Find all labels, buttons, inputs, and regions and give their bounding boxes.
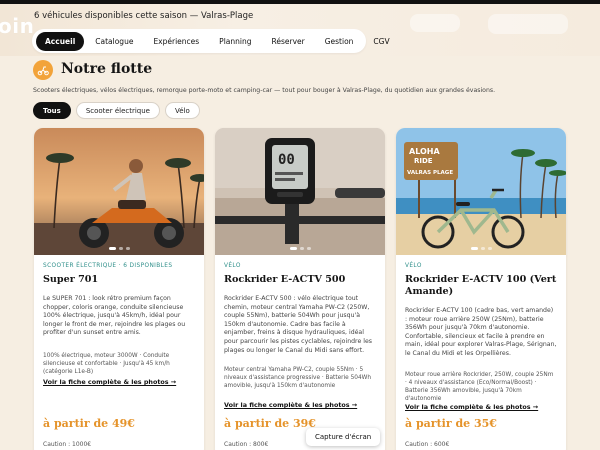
vehicle-photo[interactable]: 00 xyxy=(215,128,385,255)
top-edge xyxy=(0,0,600,4)
vehicle-price: à partir de 39€ xyxy=(224,417,316,430)
vehicle-deposit: Caution : 600€ xyxy=(405,441,450,448)
vehicle-specs: 100% électrique, moteur 3000W · Conduite… xyxy=(43,353,170,375)
section-title: Notre flotte xyxy=(61,61,153,77)
vehicle-description: Rockrider E-ACTV 100 (cadre bas, vert am… xyxy=(405,307,557,357)
display-reading: 00 xyxy=(278,152,295,168)
carousel-dots[interactable] xyxy=(396,247,566,250)
header-bar: oin 6 véhicules disponibles cette saison… xyxy=(0,0,600,56)
vehicle-specs: Moteur roue arrière Rockrider, 250W, cou… xyxy=(405,372,554,402)
ebike-display-photo-illustration: 00 xyxy=(215,128,385,255)
vehicle-price: à partir de 49€ xyxy=(43,417,135,430)
carousel-dots[interactable] xyxy=(34,247,204,250)
section-description: Scooters électriques, vélos électriques,… xyxy=(33,87,496,94)
sign-text: ALOHA xyxy=(409,147,441,156)
scooter-photo-illustration xyxy=(34,128,204,255)
vehicle-details-link[interactable]: Voir la fiche complète & les photos → xyxy=(43,378,176,386)
nav-item-gestion[interactable]: Gestion xyxy=(316,32,363,51)
scooter-icon xyxy=(33,60,53,80)
filter-scooter[interactable]: Scooter électrique xyxy=(75,102,160,119)
vehicle-details-link[interactable]: Voir la fiche complète & les photos → xyxy=(405,403,538,411)
header-blur-shape xyxy=(488,14,568,34)
nav-item-experiences[interactable]: Expériences xyxy=(144,32,208,51)
nav-item-catalogue[interactable]: Catalogue xyxy=(86,32,142,51)
vehicle-card[interactable]: ALOHA RIDE VALRAS PLAGE VÉLO Rockrider E… xyxy=(396,128,566,450)
nav-item-planning[interactable]: Planning xyxy=(210,32,260,51)
carousel-dots[interactable] xyxy=(215,247,385,250)
vehicle-deposit: Caution : 800€ xyxy=(224,441,269,448)
vehicle-name: Super 701 xyxy=(43,274,99,285)
brand-logo-text[interactable]: oin xyxy=(0,14,34,38)
vehicle-category: SCOOTER ÉLECTRIQUE · 6 DISPONIBLES xyxy=(43,263,173,269)
filter-chips: Tous Scooter électrique Vélo xyxy=(33,102,200,119)
vehicle-description: Le SUPER 701 : look rétro premium façon … xyxy=(43,295,186,337)
nav-item-cgv[interactable]: CGV xyxy=(364,32,398,51)
vehicle-description: Rockrider E-ACTV 500 : vélo électrique t… xyxy=(224,295,372,354)
vehicle-photo[interactable] xyxy=(34,128,204,255)
vehicle-deposit: Caution : 1000€ xyxy=(43,441,92,448)
screenshot-button[interactable]: Capture d'écran xyxy=(306,428,381,446)
main-nav: Accueil Catalogue Expériences Planning R… xyxy=(32,29,390,53)
vehicle-category: VÉLO xyxy=(405,263,422,269)
header-tagline: 6 véhicules disponibles cette saison — V… xyxy=(34,11,254,21)
filter-tous[interactable]: Tous xyxy=(33,102,71,119)
sign-text: VALRAS PLAGE xyxy=(407,170,453,176)
vehicle-price: à partir de 35€ xyxy=(405,417,497,430)
vehicle-name: Rockrider E-ACTV 100 (Vert Amande) xyxy=(405,274,557,297)
vehicle-photo[interactable]: ALOHA RIDE VALRAS PLAGE xyxy=(396,128,566,255)
filter-velo[interactable]: Vélo xyxy=(165,102,200,119)
header-blur-shape xyxy=(410,14,460,32)
vehicle-details-link[interactable]: Voir la fiche complète & les photos → xyxy=(224,401,357,409)
vehicle-card[interactable]: SCOOTER ÉLECTRIQUE · 6 DISPONIBLES Super… xyxy=(34,128,204,450)
vehicle-name: Rockrider E-ACTV 500 xyxy=(224,274,346,285)
sign-text: RIDE xyxy=(414,157,433,165)
vehicle-specs: Moteur central Yamaha PW-C2, couple 55Nm… xyxy=(224,367,372,389)
ebike-beach-photo-illustration: ALOHA RIDE VALRAS PLAGE xyxy=(396,128,566,255)
vehicle-card[interactable]: 00 VÉLO Rockrider E-ACTV 500 Rockrider E… xyxy=(215,128,385,450)
vehicle-category: VÉLO xyxy=(224,263,241,269)
nav-item-reserver[interactable]: Réserver xyxy=(262,32,313,51)
nav-item-accueil[interactable]: Accueil xyxy=(36,31,85,51)
